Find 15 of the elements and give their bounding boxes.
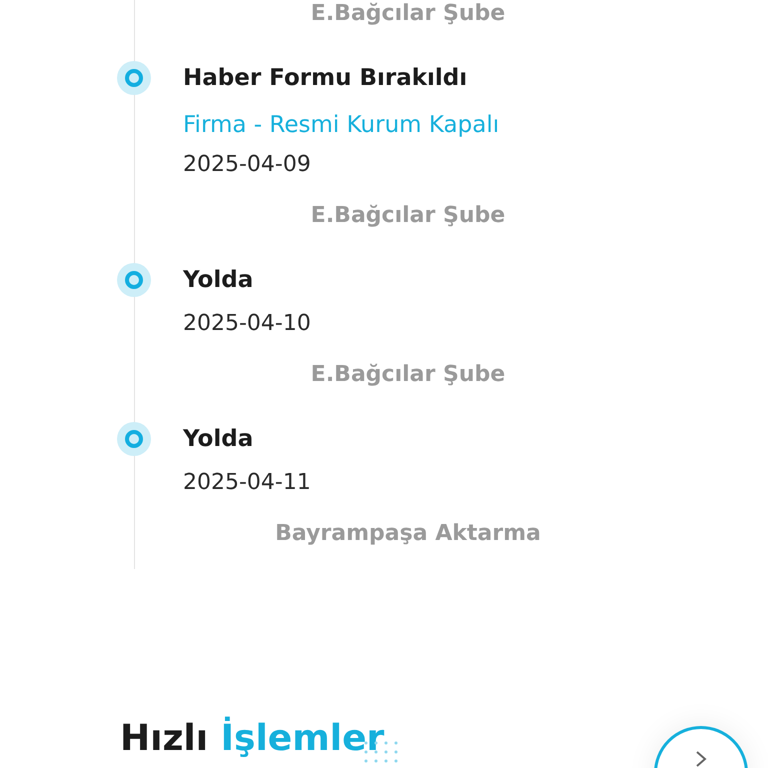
event-title: Haber Formu Bırakıldı bbox=[183, 65, 468, 91]
branch-name: E.Bağcılar Şube bbox=[310, 0, 506, 28]
timeline-dot-icon bbox=[117, 61, 151, 95]
timeline-dot-icon bbox=[117, 263, 151, 297]
event-note: Firma - Resmi Kurum Kapalı bbox=[183, 111, 500, 140]
event-date: 2025-04-10 bbox=[183, 310, 312, 338]
event-date: 2025-04-11 bbox=[183, 469, 312, 497]
section-heading: Hızlı İşlemler bbox=[120, 716, 384, 761]
branch-name: E.Bağcılar Şube bbox=[310, 202, 506, 230]
event-title: Yolda bbox=[183, 426, 254, 452]
branch-name: Bayrampaşa Aktarma bbox=[274, 520, 542, 548]
timeline-dot-icon bbox=[117, 422, 151, 456]
branch-name: E.Bağcılar Şube bbox=[310, 361, 506, 389]
event-date: 2025-04-09 bbox=[183, 151, 312, 179]
event-title: Yolda bbox=[183, 267, 254, 293]
